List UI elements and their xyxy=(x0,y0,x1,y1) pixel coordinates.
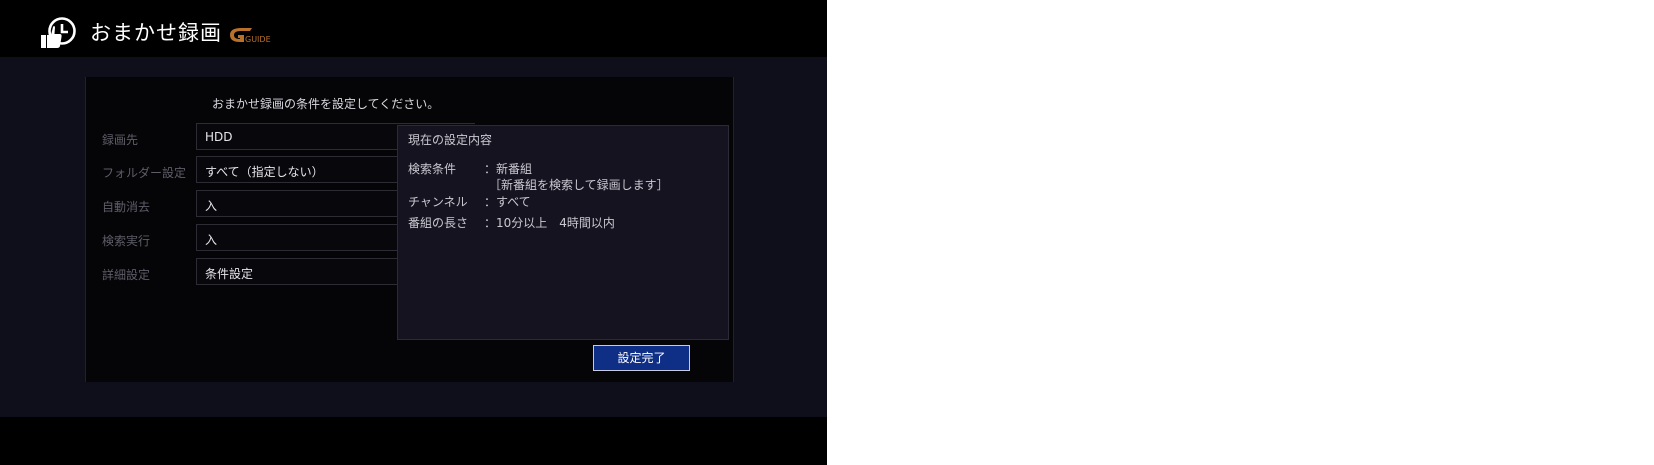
advanced-settings-value: 条件設定 xyxy=(205,267,254,281)
auto-delete-value: 入 xyxy=(205,199,218,213)
current-settings-heading: 現在の設定内容 xyxy=(408,133,493,147)
row-label-search-execution: 検索実行 xyxy=(102,234,151,248)
content-area: おまかせ録画の条件を設定してください。 録画先 HDD フォルダー設定 すべて（… xyxy=(0,57,827,417)
program-length-key: 番組の長さ xyxy=(408,216,469,230)
program-length-value: 10分以上 4時間以内 xyxy=(496,216,615,230)
footer-bar xyxy=(0,417,827,465)
colon-separator: ： xyxy=(484,162,497,176)
search-condition-key: 検索条件 xyxy=(408,162,457,176)
search-condition-value: 新番組 xyxy=(496,162,533,176)
search-execution-value: 入 xyxy=(205,233,218,247)
channel-key: チャンネル xyxy=(408,195,468,209)
instruction-text: おまかせ録画の条件を設定してください。 xyxy=(212,97,440,111)
folder-setting-value: すべて（指定しない） xyxy=(205,165,324,179)
header-bar: おまかせ録画 GUIDE xyxy=(0,0,827,57)
settings-done-button[interactable]: 設定完了 xyxy=(593,345,690,371)
row-label-auto-delete: 自動消去 xyxy=(102,200,151,214)
auto-record-icon xyxy=(41,17,76,48)
colon-separator: ： xyxy=(484,216,497,230)
svg-text:GUIDE: GUIDE xyxy=(245,35,271,44)
tv-screen: おまかせ録画 GUIDE おまかせ録画の条件を設定してください。 録画先 HDD… xyxy=(0,0,827,465)
row-label-advanced-settings: 詳細設定 xyxy=(102,268,151,282)
channel-value: すべて xyxy=(496,195,531,209)
page-title: おまかせ録画 xyxy=(90,21,222,45)
recording-destination-value: HDD xyxy=(205,130,233,144)
current-settings-panel: 現在の設定内容 検索条件 ： 新番組 ［新番組を検索して録画します］ チャンネル… xyxy=(397,125,729,340)
row-label-folder-setting: フォルダー設定 xyxy=(102,166,187,180)
colon-separator: ： xyxy=(484,195,497,209)
gguide-logo: GUIDE xyxy=(230,28,271,44)
search-condition-note: ［新番組を検索して録画します］ xyxy=(489,178,669,192)
settings-dialog: おまかせ録画の条件を設定してください。 録画先 HDD フォルダー設定 すべて（… xyxy=(85,77,734,382)
row-label-recording-destination: 録画先 xyxy=(102,133,139,147)
